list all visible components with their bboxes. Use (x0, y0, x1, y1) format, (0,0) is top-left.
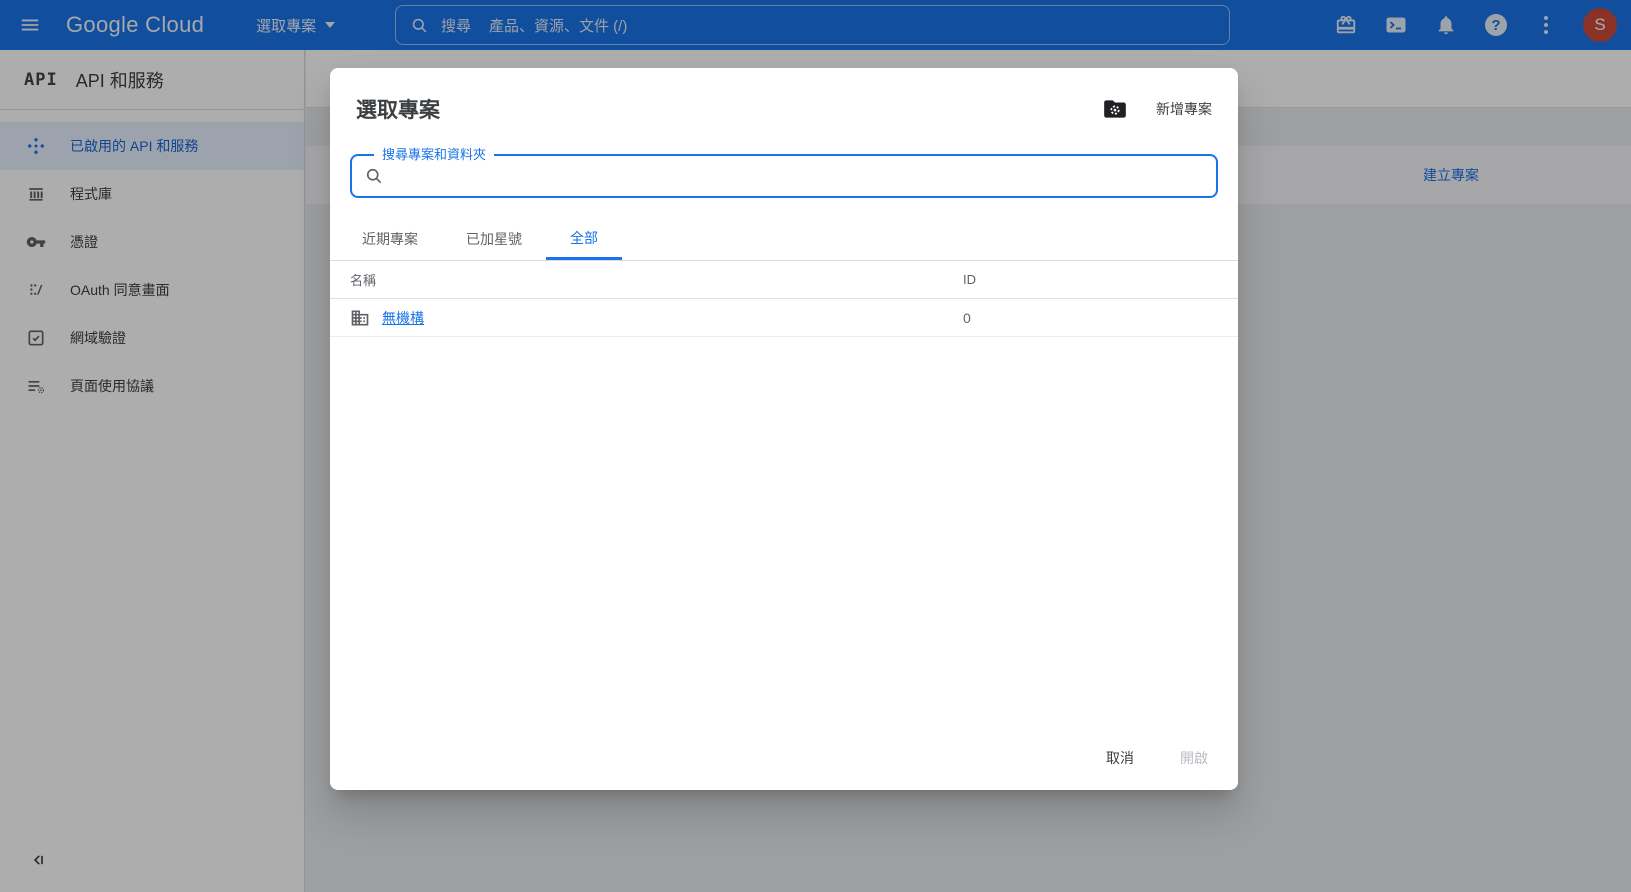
dialog-header-actions: 新增專案 (1102, 96, 1212, 122)
project-search-label: 搜尋專案和資料夾 (374, 147, 495, 163)
cancel-button[interactable]: 取消 (1106, 748, 1134, 768)
no-organization-link[interactable]: 無機構 (382, 308, 424, 328)
dialog-title: 選取專案 (356, 99, 440, 122)
project-table-header: 名稱 ID (330, 261, 1238, 299)
organization-icon (350, 308, 370, 328)
project-tabs: 近期專案 已加星號 全部 (330, 218, 1238, 261)
tab-starred[interactable]: 已加星號 (442, 218, 546, 260)
new-project-button[interactable]: 新增專案 (1156, 99, 1212, 119)
manage-resources-folder-icon[interactable] (1102, 96, 1128, 122)
project-search-input[interactable] (394, 167, 1204, 185)
open-button-disabled[interactable]: 開啟 (1180, 748, 1208, 768)
column-header-name: 名稱 (350, 273, 377, 288)
row-id-value: 0 (963, 309, 971, 326)
select-project-dialog: 選取專案 新增專案 搜尋專案和資料夾 近期專案 已加星號 全部 名稱 ID 無機… (330, 68, 1238, 790)
search-icon (364, 166, 384, 186)
tab-label: 全部 (570, 229, 598, 246)
tab-all[interactable]: 全部 (546, 218, 622, 260)
dialog-footer: 取消 開啟 (1106, 748, 1208, 768)
project-search-field[interactable]: 搜尋專案和資料夾 (350, 147, 1218, 198)
page: Google Cloud 選取專案 搜尋 產品、資源、文件 (/) ? S AP… (0, 0, 1631, 892)
tab-label: 近期專案 (362, 231, 418, 247)
column-header-id: ID (963, 272, 976, 287)
tab-recent[interactable]: 近期專案 (338, 218, 442, 260)
table-row[interactable]: 無機構 0 (330, 299, 1238, 337)
dialog-header: 選取專案 新增專案 (330, 68, 1238, 124)
tab-label: 已加星號 (466, 231, 522, 247)
